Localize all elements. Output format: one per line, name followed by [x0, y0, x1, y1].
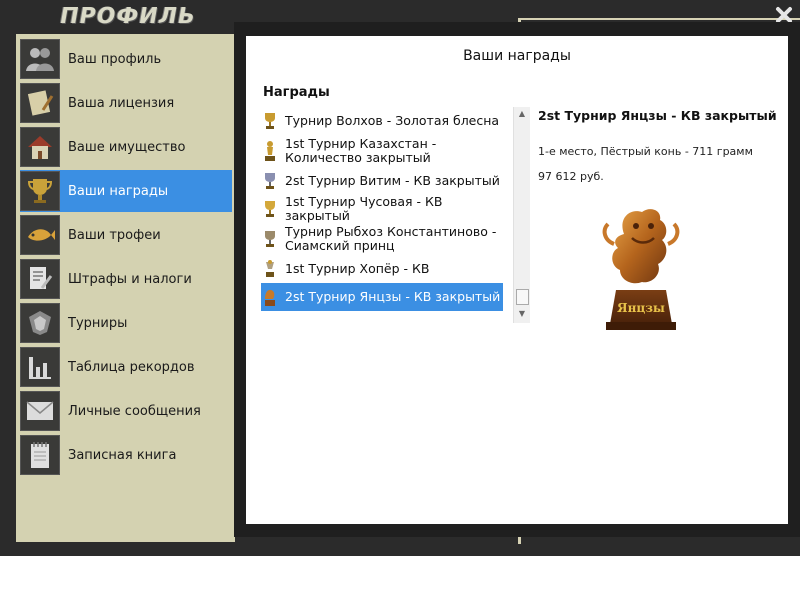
- list-item[interactable]: 1st Турнир Хопёр - КВ: [261, 259, 503, 279]
- sidebar-item-trophies[interactable]: Ваши трофеи: [20, 214, 232, 256]
- awards-panel: Ваши награды Награды Турнир Волхов - Зол…: [246, 36, 788, 524]
- scroll-down-arrow[interactable]: ▼: [514, 307, 530, 321]
- dragon-trophy-image: Янцзы: [602, 209, 680, 330]
- tournament-icon: [20, 303, 60, 343]
- notebook-icon: [20, 435, 60, 475]
- users-icon: [20, 39, 60, 79]
- sidebar-item-license[interactable]: Ваша лицензия: [20, 82, 232, 124]
- scroll-thumb[interactable]: [516, 289, 529, 305]
- sidebar-item-label: Ваши награды: [68, 183, 169, 199]
- sidebar-item-label: Турниры: [68, 315, 128, 331]
- document-pen-icon: [20, 259, 60, 299]
- sidebar-item-label: Личные сообщения: [68, 403, 201, 419]
- window-title: ПРОФИЛЬ: [57, 4, 198, 29]
- fish-icon: [20, 215, 60, 255]
- trophy-silver-icon: [261, 172, 279, 190]
- trophy-figure-icon: [261, 140, 279, 162]
- sidebar-item-label: Ваш профиль: [68, 51, 162, 67]
- sidebar-item-notebook[interactable]: Записная книга: [20, 434, 232, 476]
- awards-section-label: Награды: [263, 85, 330, 100]
- dragon-figure-icon: [261, 287, 279, 307]
- list-scrollbar[interactable]: ▲ ▼: [513, 107, 530, 323]
- sidebar-item-records[interactable]: Таблица рекордов: [20, 346, 232, 388]
- trophy-cup-icon: [20, 171, 60, 211]
- trophy-gold-icon: [261, 200, 279, 218]
- list-item-selected[interactable]: 2st Турнир Янцзы - КВ закрытый: [261, 283, 503, 311]
- svg-text:Янцзы: Янцзы: [617, 301, 665, 315]
- award-detail-title: 2st Турнир Янцзы - КВ закрытый: [538, 108, 777, 123]
- envelope-icon: [20, 391, 60, 431]
- sidebar-item-awards[interactable]: Ваши награды: [20, 170, 232, 212]
- license-icon: [20, 83, 60, 123]
- sidebar-item-label: Ваше имущество: [68, 139, 186, 155]
- sidebar-item-property[interactable]: Ваше имущество: [20, 126, 232, 168]
- list-item[interactable]: Турнир Волхов - Золотая блесна: [261, 111, 503, 131]
- sidebar-item-label: Штрафы и налоги: [68, 271, 192, 287]
- house-icon: [20, 127, 60, 167]
- list-item[interactable]: 1st Турнир Казахстан - Количество закрыт…: [261, 135, 503, 167]
- page-title: Ваши награды: [463, 48, 571, 64]
- award-place: 1-е место, Пёстрый конь - 711 грамм: [538, 145, 753, 158]
- award-prize: 97 612 руб.: [538, 170, 604, 183]
- bar-chart-icon: [20, 347, 60, 387]
- sidebar: Ваш профиль Ваша лицензия Ваше имущество…: [16, 34, 235, 542]
- trophy-bronze-icon: [261, 230, 279, 248]
- list-item[interactable]: 1st Турнир Чусовая - КВ закрытый: [261, 195, 503, 223]
- list-item[interactable]: Турнир Рыбхоз Константиново - Сиамский п…: [261, 223, 503, 255]
- sidebar-item-messages[interactable]: Личные сообщения: [20, 390, 232, 432]
- trophy-figure-icon: [261, 260, 279, 278]
- sidebar-item-tournaments[interactable]: Турниры: [20, 302, 232, 344]
- sidebar-item-label: Ваша лицензия: [68, 95, 175, 111]
- list-item[interactable]: 2st Турнир Витим - КВ закрытый: [261, 171, 503, 191]
- awards-list[interactable]: Турнир Волхов - Золотая блесна 1st Турни…: [261, 107, 530, 323]
- sidebar-item-label: Записная книга: [68, 447, 177, 463]
- sidebar-item-label: Ваши трофеи: [68, 227, 161, 243]
- profile-window: ПРОФИЛЬ Ваш профиль Ваша лицензия Ваше и…: [0, 0, 800, 556]
- frame-divider-top: [518, 18, 800, 20]
- sidebar-item-fines[interactable]: Штрафы и налоги: [20, 258, 232, 300]
- sidebar-item-profile[interactable]: Ваш профиль: [20, 38, 232, 80]
- trophy-gold-icon: [261, 112, 279, 130]
- scroll-up-arrow[interactable]: ▲: [514, 107, 530, 121]
- sidebar-item-label: Таблица рекордов: [68, 359, 195, 375]
